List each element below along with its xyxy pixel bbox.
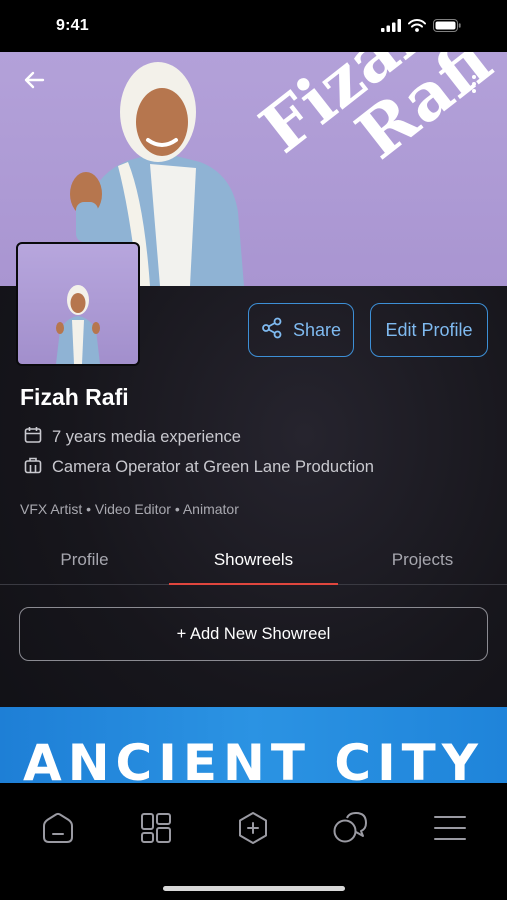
showreel-card[interactable]: ANCIENT CITY (0, 707, 507, 783)
wifi-icon (408, 19, 426, 37)
nav-dashboard[interactable] (136, 810, 176, 850)
tab-profile[interactable]: Profile (0, 536, 169, 584)
more-vertical-icon (467, 75, 481, 102)
experience-row: 7 years media experience (24, 426, 241, 449)
edit-profile-label: Edit Profile (385, 319, 473, 340)
tab-showreels[interactable]: Showreels (169, 536, 338, 585)
chat-icon (331, 810, 369, 851)
calendar-icon (24, 426, 42, 449)
nav-menu[interactable] (430, 810, 470, 850)
job-row: Camera Operator at Green Lane Production (24, 456, 374, 479)
avatar[interactable] (16, 242, 140, 366)
more-options-button[interactable] (467, 70, 481, 98)
profile-tabs: Profile Showreels Projects (0, 536, 507, 585)
briefcase-icon (24, 456, 42, 479)
edit-profile-button[interactable]: Edit Profile (370, 303, 488, 357)
experience-text: 7 years media experience (52, 428, 241, 446)
nav-messages[interactable] (330, 810, 370, 850)
add-icon (235, 810, 271, 851)
signal-icon (381, 19, 401, 37)
back-button[interactable] (20, 68, 48, 96)
nav-create[interactable] (233, 810, 273, 850)
status-icons (381, 19, 461, 37)
status-bar: 9:41 (0, 0, 507, 52)
dashboard-icon (138, 810, 174, 851)
arrow-left-icon (23, 71, 45, 94)
add-showreel-label: + Add New Showreel (176, 624, 331, 643)
tab-projects[interactable]: Projects (338, 536, 507, 584)
share-icon (261, 317, 283, 344)
job-text: Camera Operator at Green Lane Production (52, 458, 374, 476)
bottom-nav (0, 783, 507, 900)
skills-list: VFX Artist • Video Editor • Animator (20, 501, 239, 517)
home-indicator (163, 886, 345, 891)
add-showreel-button[interactable]: + Add New Showreel (19, 607, 488, 661)
menu-icon (432, 810, 468, 851)
showreel-title: ANCIENT CITY (23, 734, 484, 783)
battery-icon (433, 19, 461, 37)
profile-name: Fizah Rafi (20, 384, 129, 410)
status-time: 9:41 (56, 17, 89, 34)
share-label: Share (292, 319, 342, 340)
home-icon (40, 810, 76, 851)
nav-home[interactable] (38, 810, 78, 850)
share-button[interactable]: Share (248, 303, 354, 357)
